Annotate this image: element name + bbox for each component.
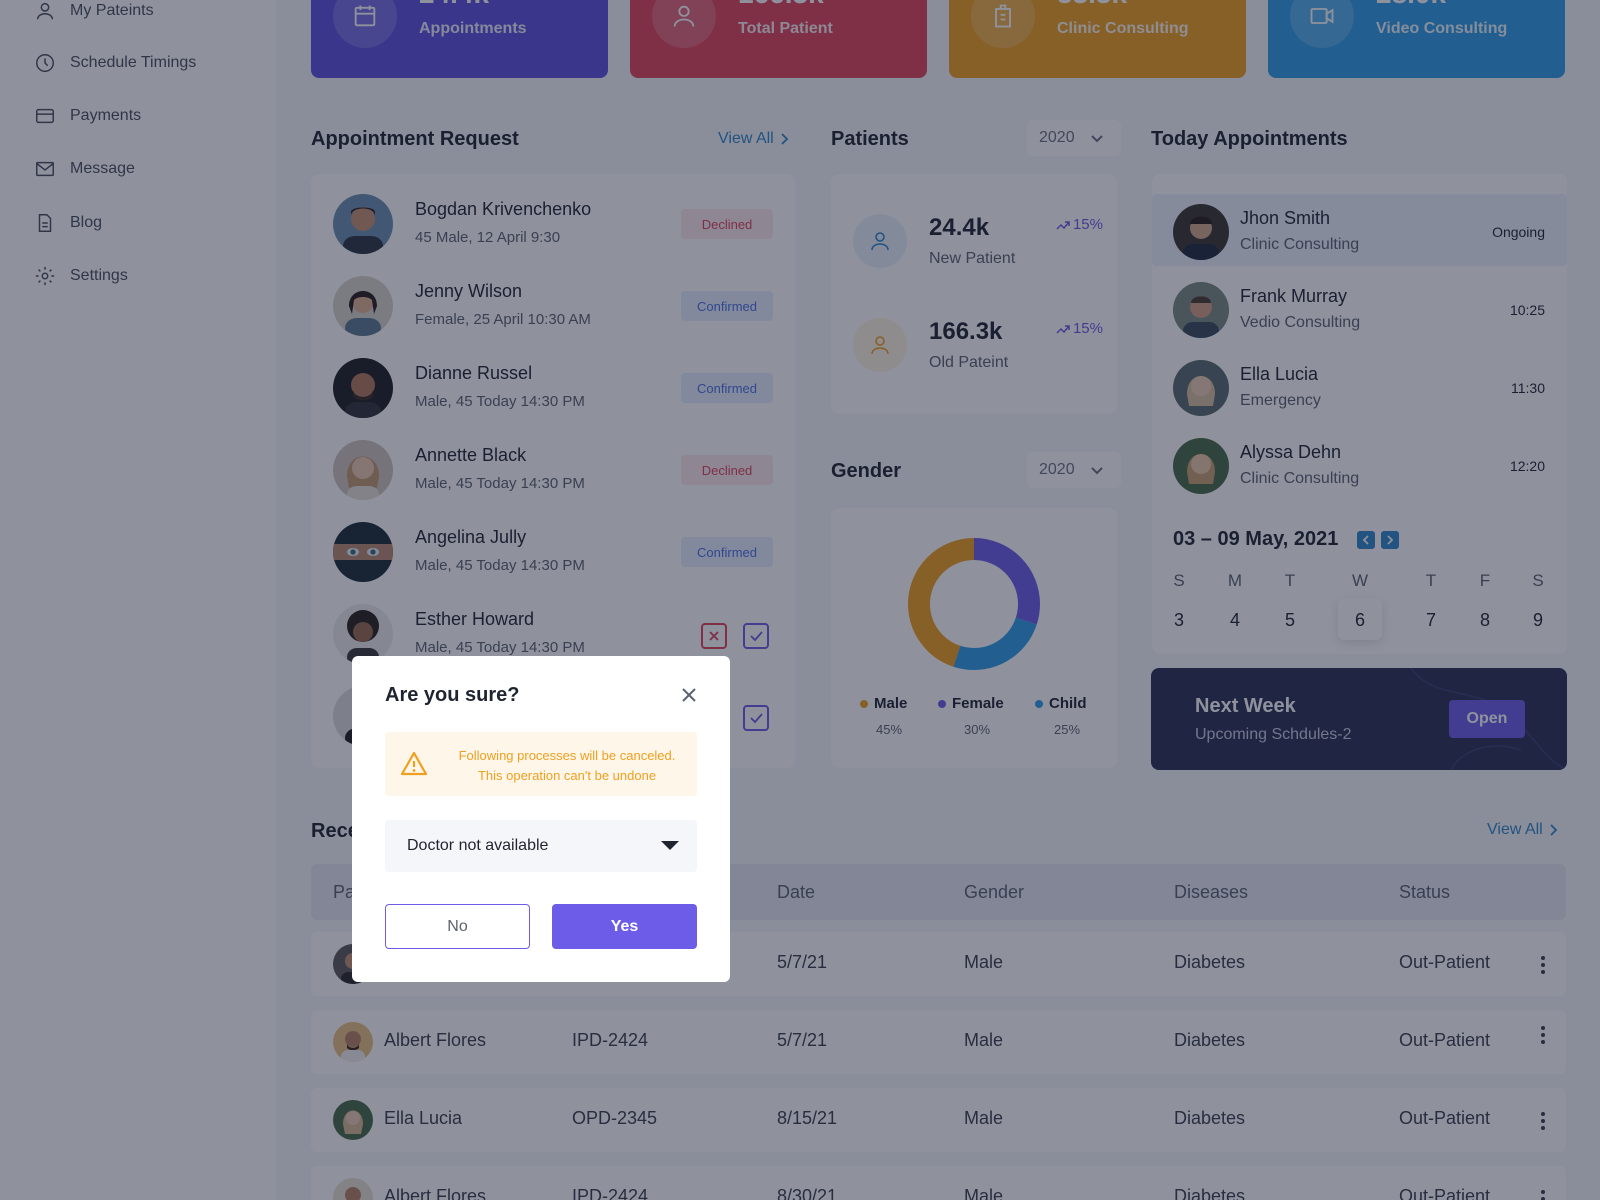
warning-text: Following processes will be canceled. Th… [447, 746, 687, 786]
modal-backdrop[interactable] [0, 0, 1600, 1200]
select-value: Doctor not available [407, 837, 549, 854]
cancel-reason-select[interactable]: Doctor not available [385, 820, 697, 872]
yes-button[interactable]: Yes [552, 904, 697, 949]
warning-line: This operation can't be undone [477, 768, 657, 783]
confirm-dialog: Are you sure? Following processes will b… [352, 656, 730, 982]
close-icon [682, 688, 696, 702]
no-button[interactable]: No [385, 904, 530, 949]
warning-box: Following processes will be canceled. Th… [385, 732, 697, 796]
caret-down-icon [661, 841, 679, 850]
warning-line: Following processes will be canceled. [458, 748, 676, 763]
warning-icon [400, 751, 428, 776]
close-button[interactable] [678, 684, 700, 706]
dialog-title: Are you sure? [385, 684, 520, 706]
